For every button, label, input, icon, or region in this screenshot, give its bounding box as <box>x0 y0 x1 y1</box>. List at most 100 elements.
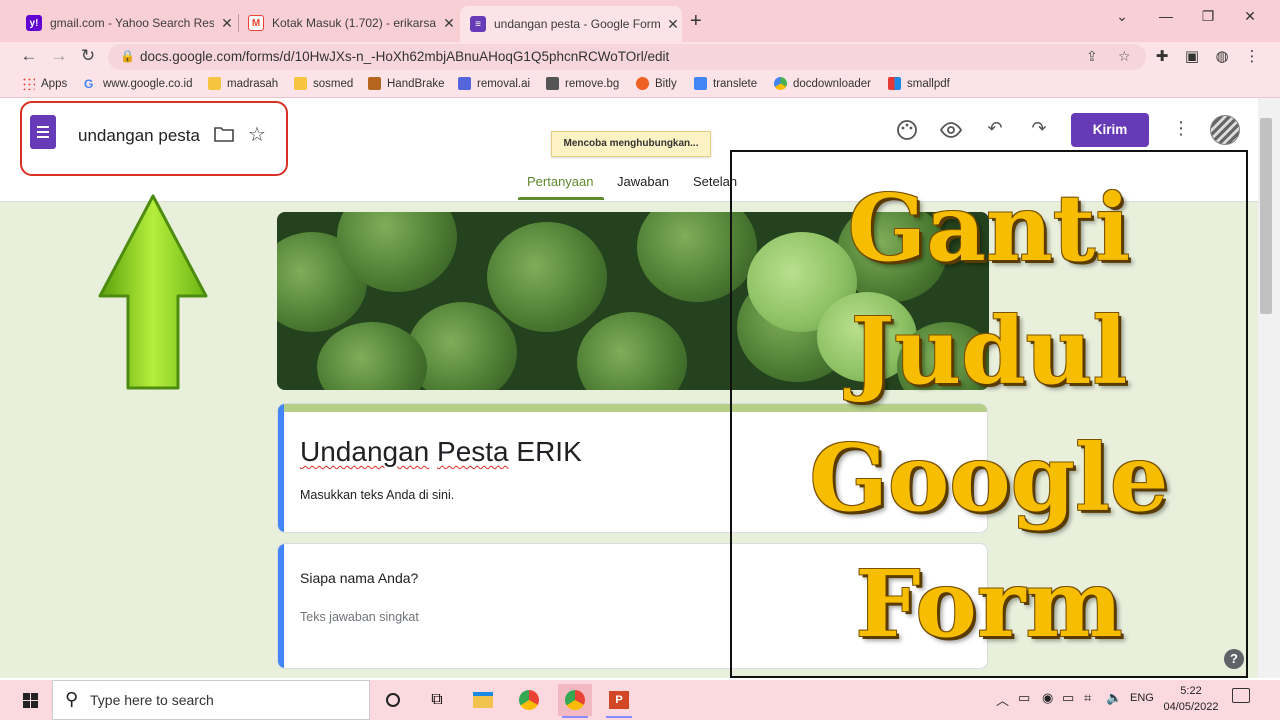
bookmark-star-icon[interactable]: ☆ <box>1118 48 1131 65</box>
overlay-text-line: Ganti <box>847 174 1131 282</box>
active-tab-indicator <box>518 197 604 200</box>
title-highlight-box <box>20 101 288 176</box>
form-title-input[interactable]: Undangan Pesta ERIK <box>300 436 582 468</box>
scrollbar-thumb[interactable] <box>1260 118 1272 314</box>
restore-icon[interactable]: ❐ <box>1188 8 1228 25</box>
file-explorer-icon[interactable] <box>466 684 500 716</box>
close-tab-icon[interactable]: ✕ <box>664 16 682 33</box>
clover-leaf <box>577 312 687 390</box>
question-title[interactable]: Siapa nama Anda? <box>300 570 418 586</box>
volume-icon[interactable]: 🔈 <box>1106 690 1122 706</box>
close-tab-icon[interactable]: ✕ <box>440 15 458 32</box>
tab-google-forms[interactable]: ≡ undangan pesta - Google Formul ✕ <box>460 6 682 42</box>
bookmark-apps[interactable]: Apps <box>22 77 67 90</box>
bitly-icon <box>636 77 649 90</box>
green-up-arrow-icon <box>98 194 208 390</box>
undo-icon[interactable]: ↶ <box>983 118 1007 139</box>
minimize-icon[interactable]: — <box>1146 8 1186 24</box>
close-tab-icon[interactable]: ✕ <box>218 15 236 32</box>
chrome-menu-icon[interactable]: ⋮ <box>1240 47 1264 65</box>
close-window-icon[interactable]: ✕ <box>1230 8 1270 25</box>
handbrake-icon <box>368 77 381 90</box>
bookmark-translete[interactable]: translete <box>694 77 757 90</box>
windows-start-icon[interactable] <box>10 690 50 712</box>
bookmark-removal-ai[interactable]: removal.ai <box>458 77 530 90</box>
bookmark-label: madrasah <box>227 77 279 90</box>
more-options-icon[interactable]: ⋮ <box>1172 118 1190 139</box>
side-panel-icon[interactable]: ▣ <box>1180 47 1204 65</box>
tab-gmail[interactable]: M Kotak Masuk (1.702) - erikarsada ✕ <box>238 8 458 38</box>
docdownloader-icon <box>774 77 787 90</box>
bookmark-smallpdf[interactable]: smallpdf <box>888 77 950 90</box>
bookmark-label: translete <box>713 77 758 90</box>
clock-time: 5:22 <box>1180 685 1202 697</box>
bookmark-label: docdownloader <box>793 77 872 90</box>
forward-arrow-icon[interactable]: → <box>48 46 70 66</box>
bookmark-remove-bg[interactable]: remove.bg <box>546 77 619 90</box>
bookmark-label: Apps <box>41 77 68 90</box>
bookmark-docdownloader[interactable]: docdownloader <box>774 77 871 90</box>
preview-eye-icon[interactable] <box>939 118 963 142</box>
back-arrow-icon[interactable]: ← <box>18 46 40 66</box>
palette-icon[interactable] <box>895 118 919 142</box>
account-avatar[interactable] <box>1210 115 1240 145</box>
bookmark-madrasah[interactable]: madrasah <box>208 77 278 90</box>
tab-title: Kotak Masuk (1.702) - erikarsada <box>272 16 436 30</box>
task-view-icon[interactable]: ⧉ <box>420 684 454 716</box>
language-indicator[interactable]: ENG <box>1130 692 1154 704</box>
taskbar-search-placeholder: Type here to search <box>90 692 214 708</box>
microphone-icon[interactable]: ◉ <box>1042 690 1053 706</box>
tab-search-chevron-icon[interactable]: ⌄ <box>1102 8 1142 25</box>
bookmark-label: smallpdf <box>907 77 950 90</box>
tab-title: undangan pesta - Google Formul <box>494 17 660 31</box>
smallpdf-icon <box>888 77 901 90</box>
bookmark-label: HandBrake <box>387 77 445 90</box>
tab-questions[interactable]: Pertanyaan <box>527 174 594 189</box>
url-text[interactable]: docs.google.com/forms/d/10HwJXs-n_-HoXh6… <box>140 49 669 64</box>
tab-yahoo-search[interactable]: y! gmail.com - Yahoo Search Result ✕ <box>16 8 236 38</box>
new-tab-icon[interactable]: + <box>690 10 702 33</box>
meet-now-icon[interactable]: ▭ <box>1018 690 1030 706</box>
lock-icon[interactable]: 🔒 <box>120 49 135 63</box>
removal-ai-icon <box>458 77 471 90</box>
taskbar-clock[interactable]: 5:22 04/05/2022 <box>1160 683 1222 715</box>
clock-date: 04/05/2022 <box>1163 701 1219 713</box>
connecting-status-toast: Mencoba menghubungkan... <box>551 131 711 157</box>
battery-icon[interactable]: ▭ <box>1062 690 1074 706</box>
bookmark-google[interactable]: Gwww.google.co.id <box>84 77 193 91</box>
chrome-profile-icon[interactable] <box>558 684 592 718</box>
overlay-text-line: Google <box>809 424 1169 532</box>
folder-icon <box>208 77 221 90</box>
bookmark-label: sosmed <box>313 77 354 90</box>
chrome-icon[interactable] <box>512 684 546 716</box>
form-description-input[interactable]: Masukkan teks Anda di sini. <box>300 488 454 502</box>
reload-icon[interactable]: ↻ <box>77 46 99 66</box>
profile-avatar-icon[interactable]: ◍ <box>1210 47 1234 65</box>
bookmark-sosmed[interactable]: sosmed <box>294 77 353 90</box>
focus-left-accent <box>278 404 284 532</box>
send-button[interactable]: Kirim <box>1071 113 1149 147</box>
folder-icon <box>294 77 307 90</box>
notification-center-icon[interactable] <box>1232 688 1250 703</box>
gmail-icon: M <box>248 15 264 31</box>
tab-responses[interactable]: Jawaban <box>617 174 669 189</box>
taskbar-search-box[interactable]: ⚲ Type here to search <box>52 680 370 720</box>
bookmark-handbrake[interactable]: HandBrake <box>368 77 445 90</box>
short-answer-placeholder: Teks jawaban singkat <box>300 610 419 624</box>
help-icon[interactable]: ? <box>1224 649 1244 669</box>
extensions-puzzle-icon[interactable]: ✚ <box>1150 47 1174 65</box>
google-translate-icon <box>694 77 707 90</box>
network-icon[interactable]: ⌗ <box>1084 690 1091 706</box>
redo-icon[interactable]: ↷ <box>1027 118 1051 139</box>
search-icon: ⚲ <box>65 689 79 709</box>
yahoo-icon: y! <box>26 15 42 31</box>
bookmark-bitly[interactable]: Bitly <box>636 77 677 90</box>
cortana-icon[interactable] <box>376 684 410 716</box>
form-title-word: ERIK <box>516 436 582 467</box>
show-hidden-icons-chevron-icon[interactable]: ︿ <box>996 690 1009 709</box>
address-bar[interactable]: 🔒 docs.google.com/forms/d/10HwJXs-n_-HoX… <box>108 44 1146 70</box>
powerpoint-icon[interactable]: P <box>602 684 636 718</box>
google-forms-icon: ≡ <box>470 16 486 32</box>
bookmark-label: removal.ai <box>477 77 531 90</box>
share-icon[interactable]: ⇪ <box>1086 48 1098 65</box>
